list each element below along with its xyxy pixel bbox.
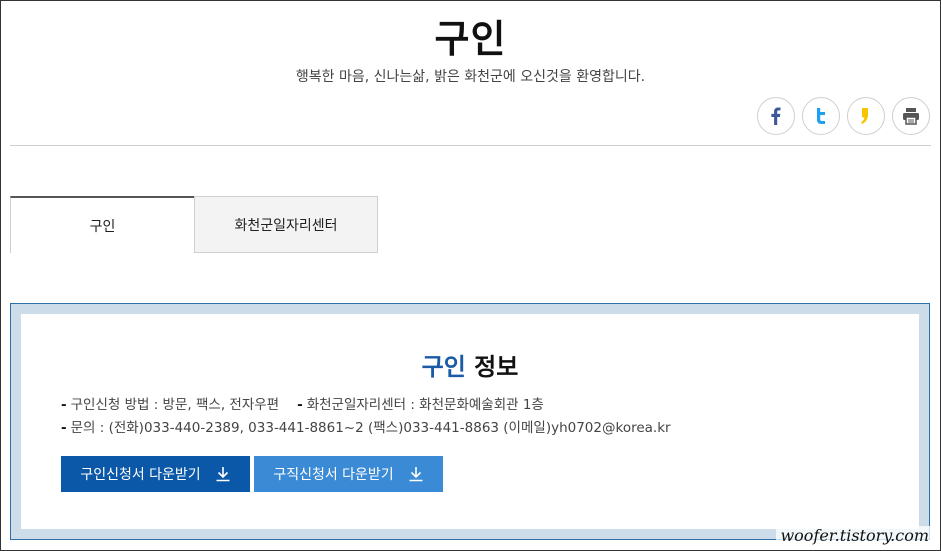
download-job-seeker-form-button[interactable]: 구직신청서 다운받기 (254, 456, 443, 492)
page-subtitle: 행복한 마음, 신나는삶, 밝은 화천군에 오신것을 환영합니다. (295, 69, 646, 85)
download-icon (409, 467, 423, 482)
info-title-rest: 정보 (474, 353, 519, 381)
info-panel: 구인 정보 - 구인신청 방법 : 방문, 팩스, 전자우편 - 화천군일자리센터 :… (10, 303, 930, 540)
download-job-offer-form-button[interactable]: 구인신청서 다운받기 (61, 456, 250, 492)
bullet-dash: - (297, 397, 303, 413)
tab-bar: 구인 화천군일자리센터 (10, 196, 378, 253)
bullet-dash: - (61, 420, 67, 436)
info-panel-content: 구인 정보 - 구인신청 방법 : 방문, 팩스, 전자우편 - 화천군일자리센터 :… (21, 314, 919, 529)
share-bar (757, 97, 930, 135)
job-center-location-text: 화천군일자리센터 : 화천문화예술회관 1층 (306, 397, 544, 413)
twitter-icon (817, 108, 825, 124)
facebook-icon (771, 107, 781, 125)
download-job-offer-form-label: 구인신청서 다운받기 (80, 467, 201, 483)
bullet-dash: - (61, 397, 67, 413)
kakaostory-share-button[interactable] (847, 97, 885, 135)
tab-job-center[interactable]: 화천군일자리센터 (194, 196, 378, 253)
print-button[interactable] (892, 97, 930, 135)
kakaostory-icon (861, 108, 868, 124)
header-divider (10, 145, 931, 146)
watermark: woofer.tistory.com (776, 526, 933, 545)
page-title: 구인 (434, 17, 507, 61)
application-method-text: 구인신청 방법 : 방문, 팩스, 전자우편 (70, 397, 280, 413)
facebook-share-button[interactable] (757, 97, 795, 135)
tab-job-offer[interactable]: 구인 (10, 196, 194, 253)
download-job-seeker-form-label: 구직신청서 다운받기 (273, 467, 394, 483)
info-title-accent: 구인 (421, 353, 466, 381)
info-line-application: - 구인신청 방법 : 방문, 팩스, 전자우편 - 화천군일자리센터 : 화천문화예… (61, 393, 544, 413)
download-icon (216, 467, 230, 482)
info-line-contact: - 문의 : (전화)033-440-2389, 033-441-8861~2 (… (61, 416, 671, 436)
contact-text: 문의 : (전화)033-440-2389, 033-441-8861~2 (팩… (70, 420, 671, 436)
twitter-share-button[interactable] (802, 97, 840, 135)
info-title: 구인 정보 (21, 347, 919, 382)
print-icon (903, 108, 919, 125)
